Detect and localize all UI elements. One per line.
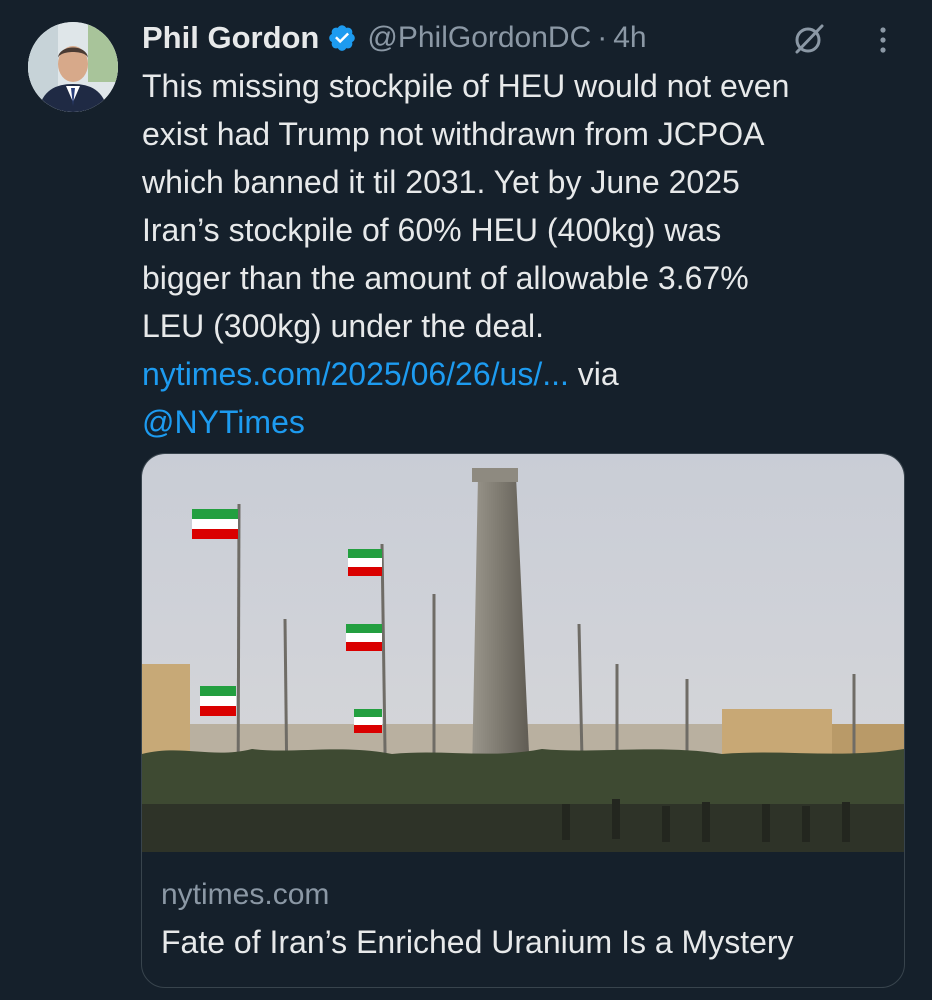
tweet-timestamp[interactable]: 4h (613, 21, 646, 55)
tweet-mention-line: @NYTimes (142, 398, 912, 446)
tweet-text-line: Iran’s stockpile of 60% HEU (400kg) was (142, 212, 722, 248)
card-title: Fate of Iran’s Enriched Uranium Is a Mys… (161, 924, 794, 960)
author-avatar[interactable] (28, 22, 118, 112)
tweet-text-line: which banned it til 2031. Yet by June 20… (142, 164, 740, 200)
tweet-link-line: nytimes.com/2025/06/26/us/... via (142, 350, 912, 398)
author-name[interactable]: Phil Gordon (142, 20, 319, 56)
via-text: via (568, 356, 619, 392)
author-handle[interactable]: @PhilGordonDC (367, 21, 591, 55)
tweet-text-line: This missing stockpile of HEU would not … (142, 68, 790, 104)
nytimes-mention-link[interactable]: @NYTimes (142, 404, 305, 440)
tweet-header: Phil Gordon @PhilGordonDC · 4h (142, 18, 647, 58)
tweet-text-line: bigger than the amount of allowable 3.67… (142, 260, 749, 296)
verified-badge-icon (327, 23, 357, 53)
meta-separator: · (597, 21, 608, 54)
tweet-text-line: exist had Trump not withdrawn from JCPOA (142, 116, 765, 152)
article-link[interactable]: nytimes.com/2025/06/26/us/... (142, 356, 569, 392)
author-avatar-image (28, 22, 118, 112)
tweet-body: This missing stockpile of HEU would not … (142, 62, 912, 446)
link-preview-card[interactable]: nytimes.com Fate of Iran’s Enriched Uran… (141, 453, 905, 988)
more-options-icon[interactable] (868, 20, 898, 60)
card-image (142, 454, 904, 852)
card-domain: nytimes.com (161, 878, 330, 911)
grok-icon[interactable] (792, 22, 826, 56)
tweet-text-line: LEU (300kg) under the deal. (142, 308, 545, 344)
